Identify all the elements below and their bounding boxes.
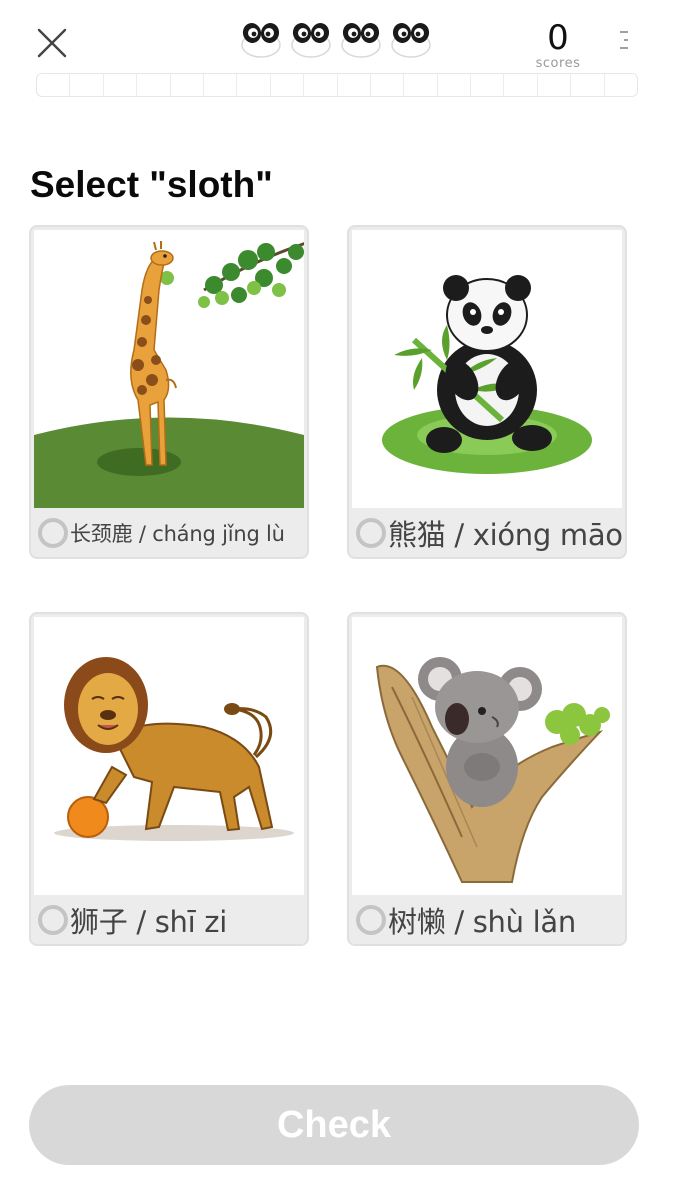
option-card-giraffe[interactable]: 长颈鹿 / cháng jǐng lù: [29, 225, 309, 559]
koala-in-tree-illustration: [352, 617, 622, 895]
progress-segment: [338, 74, 371, 96]
progress-segment: [504, 74, 538, 96]
option-card-lion[interactable]: 狮子 / shī zi: [29, 612, 309, 946]
option-label-lion: 狮子 / shī zi: [70, 905, 227, 939]
panda-eyes-icon: [340, 18, 382, 58]
panda-eyes-icon: [290, 18, 332, 58]
vertical-dots-icon: [620, 31, 628, 49]
option-label-sloth: 树懒 / shù lǎn: [388, 905, 576, 939]
score-display: 0 scores: [528, 18, 588, 70]
progress-segment: [438, 74, 472, 96]
progress-segment: [70, 74, 104, 96]
option-card-panda[interactable]: 熊猫 / xióng māo: [347, 225, 627, 559]
close-button[interactable]: [30, 24, 74, 64]
progress-segment: [237, 74, 271, 96]
option-footer: 树懒 / shù lǎn: [349, 896, 625, 944]
panda-eyes-icon: [390, 18, 432, 58]
progress-segment: [304, 74, 338, 96]
progress-segment: [404, 74, 438, 96]
progress-segment: [271, 74, 305, 96]
option-card-sloth[interactable]: 树懒 / shù lǎn: [347, 612, 627, 946]
option-footer: 长颈鹿 / cháng jǐng lù: [31, 509, 307, 557]
question-prompt: Select "sloth": [30, 164, 273, 205]
progress-segment: [571, 74, 605, 96]
radio-button[interactable]: [38, 905, 68, 935]
progress-segment: [471, 74, 505, 96]
progress-bar: [36, 73, 638, 97]
progress-segment: [104, 74, 138, 96]
menu-button[interactable]: [617, 28, 631, 54]
progress-segment: [137, 74, 171, 96]
option-footer: 熊猫 / xióng māo: [349, 509, 625, 557]
progress-segment: [538, 74, 572, 96]
panda-eyes-icon: [240, 18, 282, 58]
score-label: scores: [535, 56, 581, 71]
progress-segment: [605, 74, 637, 96]
giraffe-illustration: [34, 230, 304, 508]
lion-illustration: [34, 617, 304, 895]
lives-indicator: [240, 18, 440, 62]
check-button[interactable]: Check: [29, 1085, 639, 1165]
progress-segment: [371, 74, 405, 96]
progress-segment: [37, 74, 71, 96]
panda-illustration: [352, 230, 622, 508]
option-label-panda: 熊猫 / xióng māo: [388, 518, 623, 552]
radio-button[interactable]: [356, 518, 386, 548]
progress-segment: [171, 74, 204, 96]
close-icon: [37, 28, 67, 58]
option-label-giraffe: 长颈鹿 / cháng jǐng lù: [70, 522, 285, 546]
radio-button[interactable]: [356, 905, 386, 935]
score-value: 0: [547, 18, 569, 58]
radio-button[interactable]: [38, 518, 68, 548]
progress-segment: [204, 74, 238, 96]
option-footer: 狮子 / shī zi: [31, 896, 307, 944]
